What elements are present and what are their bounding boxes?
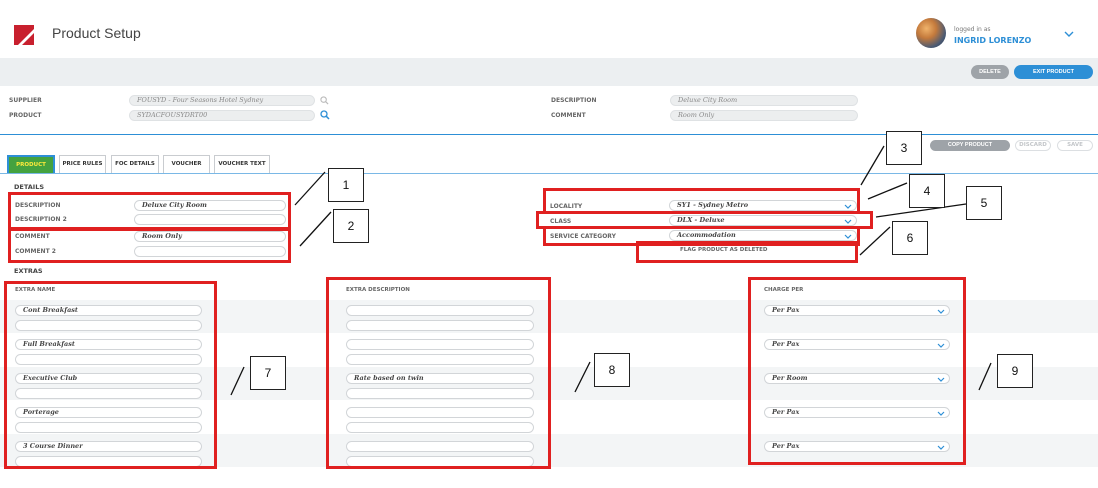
callout-6: 6	[892, 221, 928, 255]
callout-2: 2	[333, 209, 369, 243]
callout-4: 4	[909, 174, 945, 208]
callout-7: 7	[250, 356, 286, 390]
callout-5: 5	[966, 186, 1002, 220]
callout-leaders	[230, 145, 992, 396]
callout-8: 8	[594, 353, 630, 387]
callout-1: 1	[328, 168, 364, 202]
callout-9: 9	[997, 354, 1033, 388]
callout-3: 3	[886, 131, 922, 165]
